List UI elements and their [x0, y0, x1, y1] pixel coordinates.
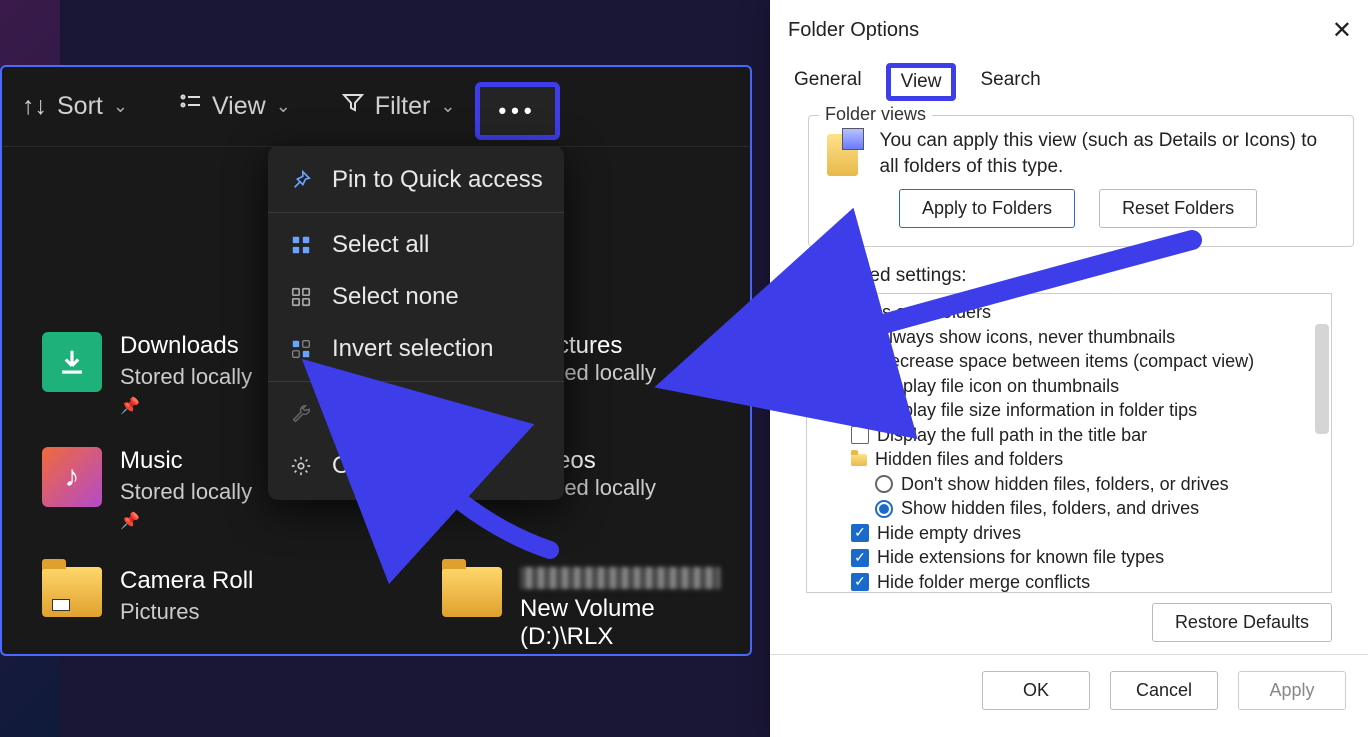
folder-sub: Pictures — [120, 599, 253, 625]
checkbox-icon[interactable] — [851, 426, 869, 444]
group-legend: Folder views — [819, 104, 932, 125]
chevron-down-icon: ⌄ — [276, 96, 291, 117]
folder-downloads[interactable]: Downloads Stored locally 📌 — [42, 332, 252, 416]
folder-views-text: You can apply this view (such as Details… — [880, 128, 1335, 179]
menu-label: Options — [332, 452, 415, 480]
folder-options-dialog: Folder Options ✕ General View Search Fol… — [770, 0, 1368, 737]
checkbox-icon[interactable]: ✓ — [851, 377, 869, 395]
menu-select-none[interactable]: Select none — [268, 271, 564, 323]
more-context-menu: Pin to Quick access Select all Select no… — [268, 146, 564, 500]
tab-search[interactable]: Search — [978, 63, 1042, 101]
more-icon: ••• — [498, 98, 536, 124]
invert-icon — [288, 338, 314, 360]
radio-icon[interactable] — [875, 500, 893, 518]
chevron-down-icon: ⌄ — [440, 96, 455, 117]
folder-views-icon — [827, 134, 858, 176]
filter-label: Filter — [375, 92, 431, 121]
folder-name: Downloads — [120, 332, 252, 360]
menu-label: Invert selection — [332, 335, 493, 363]
folder-views-group: Folder views You can apply this view (su… — [808, 115, 1354, 247]
more-button[interactable]: ••• — [475, 82, 560, 140]
restore-defaults-button[interactable]: Restore Defaults — [1152, 603, 1332, 642]
menu-label: Properties — [332, 400, 441, 428]
folder-sub: Stored locally — [120, 479, 252, 505]
checkbox-icon[interactable]: ✓ — [851, 524, 869, 542]
select-none-icon — [288, 286, 314, 308]
apply-button[interactable]: Apply — [1238, 671, 1346, 710]
radio-dont-show-hidden[interactable]: Don't show hidden files, folders, or dri… — [811, 472, 1327, 497]
folder-icon — [42, 567, 102, 617]
folder-camera-roll[interactable]: Camera Roll Pictures — [42, 567, 253, 625]
apply-to-folders-button[interactable]: Apply to Folders — [899, 189, 1075, 228]
annotation-arrow-options — [420, 460, 560, 565]
close-button[interactable]: ✕ — [1332, 16, 1352, 45]
menu-label: Select all — [332, 231, 429, 259]
opt-hide-extensions[interactable]: ✓Hide extensions for known file types — [811, 545, 1327, 570]
folder-icon — [851, 454, 867, 466]
tab-view[interactable]: View — [886, 63, 957, 101]
wrench-icon — [288, 403, 314, 425]
menu-pin-quick-access[interactable]: Pin to Quick access — [268, 154, 564, 206]
file-explorer-window: ↑↓ Sort ⌄ View ⌄ Filter ⌄ ••• — [0, 65, 752, 656]
view-icon — [178, 91, 202, 122]
folder-sub: Stored locally — [120, 364, 252, 390]
chevron-down-icon: ⌄ — [113, 96, 128, 117]
scrollbar[interactable] — [1315, 324, 1329, 434]
folder-pictures-partial: ctures red locally — [557, 332, 656, 386]
menu-select-all[interactable]: Select all — [268, 219, 564, 271]
folder-name: Camera Roll — [120, 567, 253, 595]
opt-folder-tips[interactable]: ✓Display file size information in folder… — [811, 398, 1327, 423]
select-all-icon — [288, 234, 314, 256]
menu-properties: Properties — [268, 388, 564, 440]
menu-label: Select none — [332, 283, 459, 311]
reset-folders-button[interactable]: Reset Folders — [1099, 189, 1257, 228]
dialog-footer: OK Cancel Apply — [770, 655, 1368, 726]
blurred-bar — [520, 567, 720, 589]
tab-general[interactable]: General — [792, 63, 864, 101]
tab-bar: General View Search — [770, 63, 1368, 101]
gear-icon — [288, 455, 314, 477]
opt-hide-merge-conflicts[interactable]: ✓Hide folder merge conflicts — [811, 570, 1327, 594]
pin-icon: 📌 — [120, 511, 252, 531]
cancel-button[interactable]: Cancel — [1110, 671, 1218, 710]
filter-button[interactable]: Filter ⌄ — [341, 91, 456, 122]
sort-button[interactable]: ↑↓ Sort ⌄ — [22, 92, 128, 121]
checkbox-icon[interactable]: ✓ — [851, 549, 869, 567]
view-button[interactable]: View ⌄ — [178, 91, 291, 122]
menu-invert-selection[interactable]: Invert selection — [268, 323, 564, 375]
checkbox-icon[interactable]: ✓ — [851, 402, 869, 420]
dialog-title: Folder Options — [788, 19, 919, 42]
filter-icon — [341, 91, 365, 122]
checkbox-icon[interactable]: ✓ — [851, 573, 869, 591]
sort-label: Sort — [57, 92, 103, 121]
toolbar: ↑↓ Sort ⌄ View ⌄ Filter ⌄ ••• — [2, 67, 750, 147]
opt-hide-empty-drives[interactable]: ✓Hide empty drives — [811, 521, 1327, 546]
sort-icon: ↑↓ — [22, 92, 47, 121]
folder-music[interactable]: ♪ Music Stored locally 📌 — [42, 447, 252, 531]
pin-icon: 📌 — [120, 396, 252, 416]
opt-thumb-icon[interactable]: ✓Display file icon on thumbnails — [811, 374, 1327, 399]
tree-group-hidden: Hidden files and folders — [811, 447, 1327, 472]
annotation-arrow-checkbox — [792, 230, 1212, 365]
radio-show-hidden[interactable]: Show hidden files, folders, and drives — [811, 496, 1327, 521]
radio-icon[interactable] — [875, 475, 893, 493]
pin-icon — [288, 169, 314, 191]
folder-videos-partial: eos red locally — [557, 447, 656, 501]
music-icon: ♪ — [42, 447, 102, 507]
opt-full-path[interactable]: Display the full path in the title bar — [811, 423, 1327, 448]
folder-name: Music — [120, 447, 252, 475]
menu-label: Pin to Quick access — [332, 166, 543, 194]
folder-name: New Volume (D:)\RLX — [520, 595, 750, 651]
view-label: View — [212, 92, 266, 121]
folder-new-volume[interactable]: New Volume (D:)\RLX — [442, 567, 750, 651]
ok-button[interactable]: OK — [982, 671, 1090, 710]
folder-icon — [442, 567, 502, 617]
downloads-icon — [42, 332, 102, 392]
